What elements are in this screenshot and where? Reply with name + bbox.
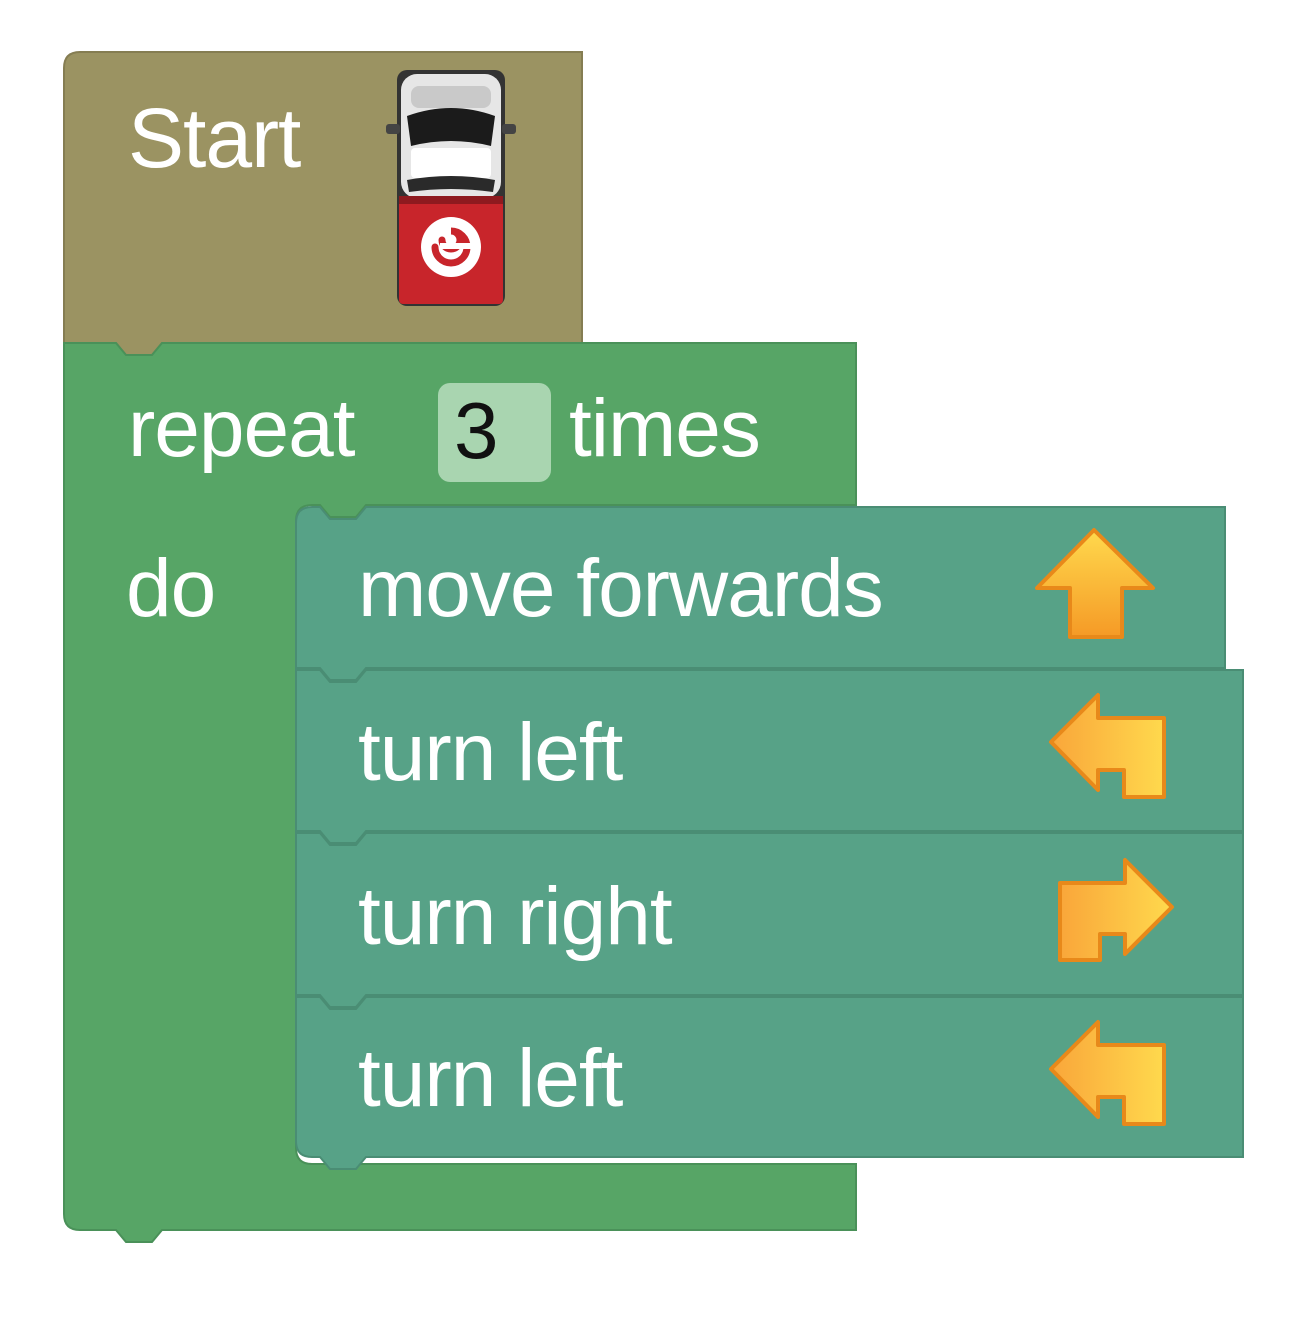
repeat-count-field[interactable]: 3 — [438, 383, 551, 482]
turn-left-label: turn left — [358, 707, 623, 798]
turn-right-label: turn right — [358, 871, 673, 962]
block-shapes — [63, 51, 1244, 1243]
repeat-count-value[interactable]: 3 — [454, 391, 499, 471]
start-label: Start — [128, 91, 301, 185]
times-label: times — [569, 383, 761, 474]
move-forwards-label: move forwards — [358, 543, 884, 634]
pickup-truck-icon — [386, 70, 516, 306]
turn-left-label: turn left — [358, 1033, 623, 1124]
repeat-label: repeat — [128, 383, 356, 474]
blocks-workspace: Start repeat 3 times do move forwards tu… — [0, 0, 1312, 1334]
do-label: do — [126, 543, 216, 634]
